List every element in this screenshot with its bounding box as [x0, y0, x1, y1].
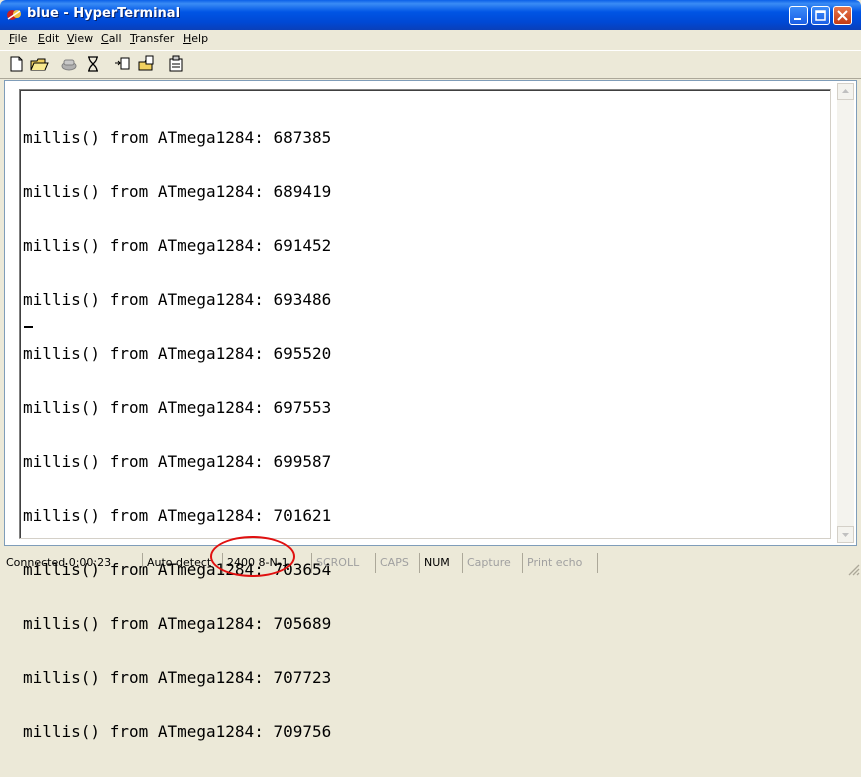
vertical-scrollbar[interactable] [837, 83, 854, 543]
receive-icon[interactable] [137, 55, 157, 73]
status-terminal-type: Auto detect [142, 553, 218, 573]
terminal-line: millis() from ATmega1284: 701621 [23, 506, 332, 525]
menu-help[interactable]: Help [183, 32, 208, 45]
menu-call[interactable]: Call [101, 32, 122, 45]
minimize-button[interactable] [789, 6, 808, 25]
arrow-down-icon [842, 533, 849, 537]
scroll-up-button[interactable] [837, 83, 854, 100]
terminal-line: millis() from ATmega1284: 689419 [23, 182, 332, 201]
minimize-icon [794, 18, 801, 20]
status-caps: CAPS [375, 553, 417, 573]
terminal-line: millis() from ATmega1284: 691452 [23, 236, 332, 255]
resize-grip-icon[interactable] [846, 562, 860, 576]
menu-edit[interactable]: Edit [38, 32, 59, 45]
menu-file[interactable]: File [9, 32, 27, 45]
send-icon[interactable] [113, 55, 133, 73]
new-icon[interactable] [7, 55, 27, 73]
title-bar[interactable]: blue - HyperTerminal [0, 0, 861, 30]
open-icon[interactable] [29, 55, 49, 73]
status-capture: Capture [462, 553, 520, 573]
terminal-line: millis() from ATmega1284: 693486 [23, 290, 332, 309]
toolbar [0, 50, 861, 79]
status-bar: Connected 0:00:23 Auto detect 2400 8-N-1… [0, 549, 861, 577]
terminal-output: millis() from ATmega1284: 687385 millis(… [23, 93, 331, 777]
properties-icon[interactable] [167, 55, 187, 73]
terminal-line: millis() from ATmega1284: 705689 [23, 614, 332, 633]
arrow-up-icon [842, 89, 849, 93]
terminal-line: millis() from ATmega1284: 707723 [23, 668, 332, 687]
status-spacer [597, 553, 837, 573]
scroll-down-button[interactable] [837, 526, 854, 543]
disconnect-icon[interactable] [83, 55, 103, 73]
hyperterminal-app-icon [7, 10, 21, 20]
dial-icon[interactable] [59, 55, 79, 73]
maximize-icon [815, 10, 826, 21]
window-title: blue - HyperTerminal [27, 6, 181, 21]
menu-transfer[interactable]: Transfer [130, 32, 174, 45]
close-button[interactable] [833, 6, 852, 25]
status-connection-time: Connected 0:00:23 [6, 556, 112, 569]
text-cursor [24, 326, 33, 328]
maximize-button[interactable] [811, 6, 830, 25]
terminal-line: millis() from ATmega1284: 687385 [23, 128, 332, 147]
status-num: NUM [419, 553, 461, 573]
terminal-frame: millis() from ATmega1284: 687385 millis(… [4, 80, 857, 741]
status-print-echo: Print echo [522, 553, 596, 573]
terminal-line: millis() from ATmega1284: 695520 [23, 344, 332, 363]
terminal-screen[interactable]: millis() from ATmega1284: 687385 millis(… [19, 89, 831, 741]
terminal-line: millis() from ATmega1284: 697553 [23, 398, 332, 417]
menu-bar: File Edit View Call Transfer Help [0, 30, 861, 49]
terminal-line: millis() from ATmega1284: 699587 [23, 452, 332, 471]
menu-view[interactable]: View [67, 32, 93, 45]
close-icon [837, 10, 848, 21]
highlight-annotation [210, 536, 295, 577]
terminal-line: millis() from ATmega1284: 709756 [23, 722, 332, 741]
status-scroll: SCROLL [311, 553, 373, 573]
